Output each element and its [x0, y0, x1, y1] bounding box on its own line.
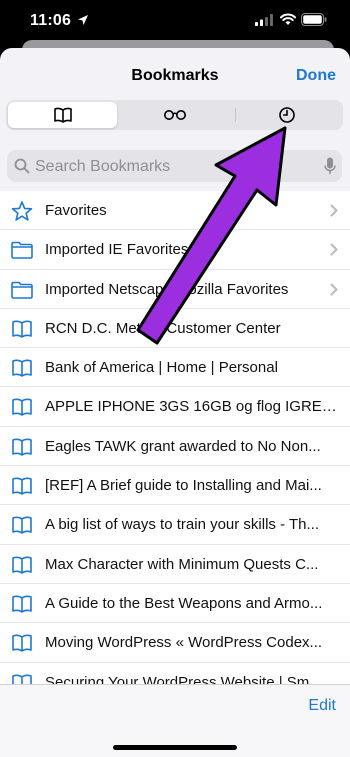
bookmark-label: Eagles TAWK grant awarded to No Non... [45, 437, 321, 455]
search-placeholder: Search Bookmarks [35, 158, 171, 175]
microphone-icon[interactable] [324, 157, 336, 175]
bookmark-label: Max Character with Minimum Quests C... [45, 555, 319, 573]
edit-button[interactable]: Edit [308, 697, 336, 715]
chevron-right-icon [330, 204, 338, 217]
bookmark-row[interactable]: [REF] A Brief guide to Installing and Ma… [0, 466, 350, 506]
book-icon [12, 477, 32, 495]
bookmark-label: Moving WordPress « WordPress Codex... [45, 634, 323, 652]
done-button[interactable]: Done [296, 67, 336, 85]
tab-bookmarks[interactable] [8, 102, 117, 128]
location-arrow-icon [78, 15, 88, 25]
bookmark-row[interactable]: Imported Netscape/Mozilla Favorites [0, 270, 350, 309]
book-icon [12, 556, 32, 574]
bookmark-row[interactable]: A big list of ways to train your skills … [0, 505, 350, 545]
bookmarks-tab-control [6, 100, 343, 130]
bookmark-row[interactable]: APPLE IPHONE 3GS 16GB og flog IGREEN [0, 387, 350, 427]
book-icon [12, 516, 32, 535]
bookmark-row[interactable]: Moving WordPress « WordPress Codex... [0, 623, 350, 663]
bookmark-row[interactable]: Favorites [0, 191, 350, 231]
bookmark-label: RCN D.C. Metro | Customer Center [45, 319, 281, 337]
book-icon [53, 107, 72, 123]
home-indicator [113, 745, 237, 750]
clock-icon [278, 107, 295, 123]
bookmark-label: Imported IE Favorites [45, 241, 189, 259]
bookmark-label: Bank of America | Home | Personal [45, 359, 278, 377]
bookmark-label: Favorites [45, 202, 107, 219]
search-bookmarks-field[interactable]: Search Bookmarks [7, 150, 342, 182]
book-icon [12, 595, 32, 613]
bookmarks-sheet: Bookmarks Done Search Bookmarks Favorite… [0, 48, 350, 757]
wifi-icon [280, 13, 296, 25]
bookmark-label: A Guide to the Best Weapons and Armo... [45, 594, 323, 612]
book-icon [12, 399, 32, 417]
bookmark-row[interactable]: Eagles TAWK grant awarded to No Non... [0, 427, 350, 467]
status-bar: 11:06 [0, 0, 350, 38]
bookmarks-list: Favorites Imported IE Favorites Imported N… [0, 191, 350, 702]
cellular-signal-icon [255, 14, 273, 26]
tab-history[interactable] [232, 102, 341, 128]
book-icon [12, 438, 32, 456]
search-icon [14, 158, 30, 174]
star-icon [11, 201, 33, 221]
folder-icon [11, 241, 33, 260]
bookmark-row[interactable]: Bank of America | Home | Personal [0, 348, 350, 388]
status-time: 11:06 [30, 12, 72, 29]
bookmark-label: A big list of ways to train your skills … [45, 516, 319, 534]
bookmark-row[interactable]: RCN D.C. Metro | Customer Center [0, 309, 350, 349]
glasses-icon [163, 110, 186, 120]
bookmark-row[interactable]: Imported IE Favorites [0, 230, 350, 270]
battery-icon [301, 13, 327, 26]
book-icon [12, 634, 32, 653]
bookmark-label: [REF] A Brief guide to Installing and Ma… [45, 477, 322, 495]
book-icon [12, 320, 32, 338]
bottom-toolbar: Edit [0, 684, 350, 757]
bookmark-label: Imported Netscape/Mozilla Favorites [45, 280, 289, 298]
bookmark-row[interactable]: Max Character with Minimum Quests C... [0, 545, 350, 584]
bookmark-label: APPLE IPHONE 3GS 16GB og flog IGREEN [45, 398, 337, 416]
folder-icon [11, 281, 33, 299]
book-icon [12, 359, 32, 377]
chevron-right-icon [330, 283, 338, 296]
chevron-right-icon [330, 243, 338, 256]
tab-reading-list[interactable] [120, 102, 229, 128]
bookmark-row[interactable]: A Guide to the Best Weapons and Armo... [0, 584, 350, 624]
